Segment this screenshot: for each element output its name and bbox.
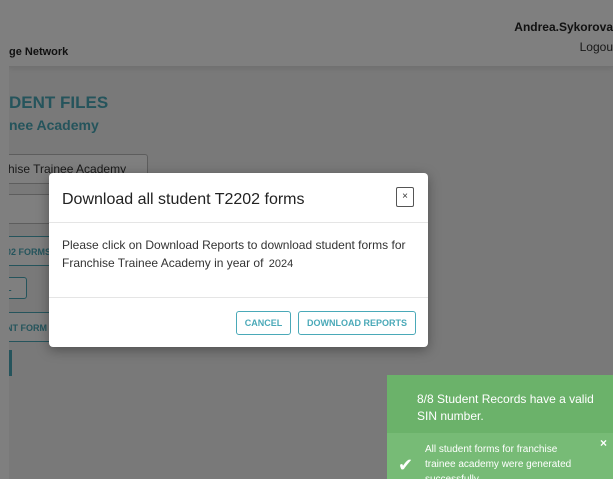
notification-toast: 8/8 Student Records have a valid SIN num…	[387, 375, 613, 485]
download-reports-button[interactable]: DOWNLOAD REPORTS	[298, 311, 416, 335]
dialog-year: 2024	[268, 258, 294, 270]
dialog-title: Download all student T2202 forms	[62, 191, 305, 208]
toast-success-message: All student forms for franchise trainee …	[425, 444, 572, 485]
dialog-body: Please click on Download Reports to down…	[62, 236, 418, 273]
dialog-footer-divider	[49, 297, 428, 298]
toast-sin-message: 8/8 Student Records have a valid SIN num…	[417, 392, 594, 423]
cancel-button[interactable]: CANCEL	[236, 311, 291, 335]
dialog-header-divider	[49, 222, 428, 223]
dialog-message: Please click on Download Reports to down…	[62, 238, 406, 270]
download-forms-dialog: Download all student T2202 forms × Pleas…	[49, 173, 428, 347]
dialog-close-button[interactable]: ×	[396, 187, 414, 207]
toast-close-icon[interactable]: ×	[600, 436, 607, 450]
check-icon: ✔	[398, 455, 414, 475]
toast-success-panel: ✔ All student forms for franchise traine…	[387, 433, 613, 485]
